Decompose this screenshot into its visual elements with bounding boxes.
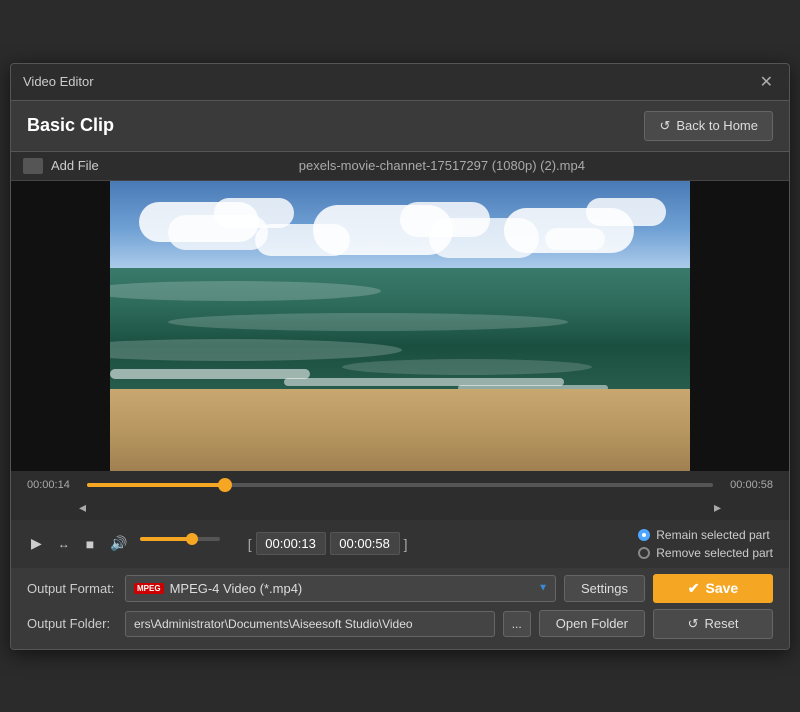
add-file-icon xyxy=(23,158,43,174)
foam xyxy=(110,369,310,379)
window-title: Video Editor xyxy=(23,74,94,89)
wave xyxy=(168,313,568,331)
bracket-close: ] xyxy=(404,536,408,552)
remove-label: Remove selected part xyxy=(656,546,773,560)
close-button[interactable]: ✕ xyxy=(756,72,777,92)
file-name-label: pexels-movie-channet-17517297 (1080p) (2… xyxy=(299,158,585,173)
settings-button[interactable]: Settings xyxy=(564,575,645,602)
cloud xyxy=(255,224,350,256)
cloud xyxy=(168,215,268,250)
format-dropdown[interactable]: MPEG MPEG-4 Video (*.mp4) ▼ xyxy=(125,575,556,602)
wave xyxy=(342,359,592,375)
video-preview-area xyxy=(11,181,789,471)
trim-left-handle[interactable]: ◂ xyxy=(79,499,86,516)
timeline-bar: 00:00:14 00:00:58 xyxy=(11,471,789,499)
browse-button[interactable]: ... xyxy=(503,611,531,637)
refresh-icon: ↺ xyxy=(659,118,670,134)
add-file-label[interactable]: Add File xyxy=(51,158,99,173)
time-start-label: 00:00:14 xyxy=(27,479,79,491)
output-area: Output Format: MPEG MPEG-4 Video (*.mp4)… xyxy=(11,568,789,649)
folder-row: Output Folder: ers\Administrator\Documen… xyxy=(27,609,773,639)
timeline-filled xyxy=(87,483,225,487)
timeline-slider[interactable] xyxy=(87,483,713,487)
time-end-label: 00:00:58 xyxy=(721,479,773,491)
open-folder-button[interactable]: Open Folder xyxy=(539,610,645,637)
action-buttons: ✔ Save xyxy=(653,574,773,603)
format-row: Output Format: MPEG MPEG-4 Video (*.mp4)… xyxy=(27,574,773,603)
timeline-thumb[interactable] xyxy=(218,478,232,492)
reset-icon: ↺ xyxy=(688,616,699,632)
remain-selected-option[interactable]: Remain selected part xyxy=(638,528,773,542)
wave xyxy=(110,339,402,361)
trim-right-handle[interactable]: ▸ xyxy=(714,499,721,516)
sand-bg xyxy=(110,389,690,470)
loop-button[interactable]: ↔ xyxy=(54,535,74,553)
toolbar: Add File pexels-movie-channet-17517297 (… xyxy=(11,152,789,181)
title-bar: Video Editor ✕ xyxy=(11,64,789,101)
timecode-start-input[interactable]: 00:00:13 xyxy=(256,532,326,555)
main-window: Video Editor ✕ Basic Clip ↺ Back to Home… xyxy=(10,63,790,650)
back-to-home-button[interactable]: ↺ Back to Home xyxy=(644,111,773,141)
timecode-group: [ 00:00:13 00:00:58 ] xyxy=(248,532,408,555)
mute-button[interactable]: 🔊 xyxy=(106,533,131,554)
format-value: MPEG-4 Video (*.mp4) xyxy=(170,581,303,596)
controls-bar: ▶ ↔ ■ 🔊 [ 00:00:13 00:00:58 ] Remain sel… xyxy=(11,520,789,568)
format-select-wrapper: MPEG MPEG-4 Video (*.mp4) ▼ xyxy=(125,575,556,602)
timecode-end-input[interactable]: 00:00:58 xyxy=(330,532,400,555)
video-frame xyxy=(110,181,690,471)
remove-selected-option[interactable]: Remove selected part xyxy=(638,546,773,560)
remain-label: Remain selected part xyxy=(656,528,769,542)
format-label: Output Format: xyxy=(27,581,117,596)
remove-radio-dot[interactable] xyxy=(638,547,650,559)
dropdown-arrow-icon: ▼ xyxy=(538,583,548,594)
wave xyxy=(110,281,381,301)
folder-label: Output Folder: xyxy=(27,616,117,631)
header-bar: Basic Clip ↺ Back to Home xyxy=(11,101,789,152)
output-rows: Output Format: MPEG MPEG-4 Video (*.mp4)… xyxy=(27,574,773,639)
save-button[interactable]: ✔ Save xyxy=(653,574,773,603)
volume-slider[interactable] xyxy=(140,537,220,551)
ocean-bg xyxy=(110,268,690,399)
reset-button[interactable]: ↺ Reset xyxy=(653,609,773,639)
stop-button[interactable]: ■ xyxy=(82,534,98,554)
remain-radio-dot[interactable] xyxy=(638,529,650,541)
check-icon: ✔ xyxy=(688,580,700,597)
trim-handles-row: ◂ ▸ xyxy=(11,499,789,520)
reset-col: ↺ Reset xyxy=(653,609,773,639)
cloud xyxy=(545,228,605,250)
bracket-open: [ xyxy=(248,536,252,552)
folder-path-display: ers\Administrator\Documents\Aiseesoft St… xyxy=(125,611,495,637)
page-title: Basic Clip xyxy=(27,115,114,136)
mpeg-icon: MPEG xyxy=(134,583,164,594)
play-button[interactable]: ▶ xyxy=(27,533,46,554)
selection-radio-group: Remain selected part Remove selected par… xyxy=(638,528,773,560)
cloud xyxy=(586,198,666,226)
